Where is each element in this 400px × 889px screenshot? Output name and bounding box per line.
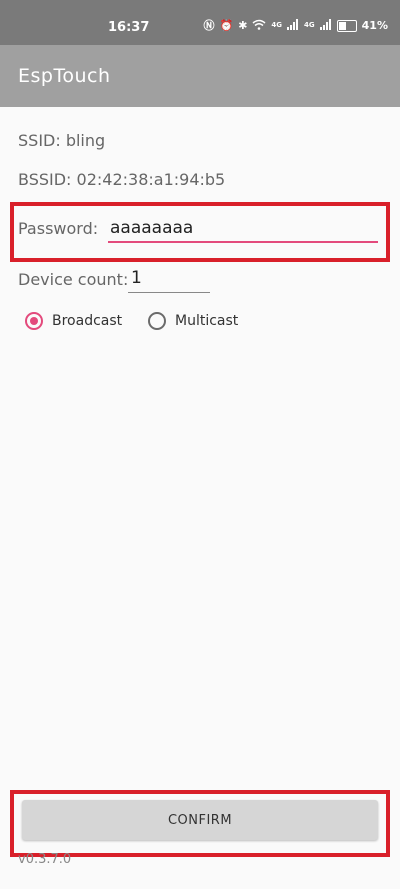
alarm-icon: ⏰ <box>219 19 234 32</box>
network-type-1: 4G <box>271 21 283 29</box>
device-count-input[interactable]: 1 <box>131 268 142 288</box>
ssid-text: SSID: bling <box>18 131 106 150</box>
device-count-label: Device count: <box>18 270 129 289</box>
app-title: EspTouch <box>18 65 111 87</box>
broadcast-label[interactable]: Broadcast <box>52 313 122 329</box>
nfc-icon: Ⓝ <box>203 19 215 32</box>
network-type-2: 4G <box>304 21 315 29</box>
password-label: Password: <box>18 219 99 238</box>
version-text: v0.3.7.0 <box>18 852 72 867</box>
app-bar: EspTouch <box>0 45 400 107</box>
multicast-radio[interactable] <box>148 312 166 330</box>
device-count-underline <box>128 292 210 293</box>
password-input[interactable]: aaaaaaaa <box>110 218 193 238</box>
signal-icon <box>287 19 299 32</box>
signal-icon-2 <box>319 19 332 32</box>
wifi-icon <box>252 19 266 32</box>
broadcast-radio[interactable] <box>25 312 43 330</box>
status-time: 16:37 <box>108 20 150 35</box>
password-underline <box>108 241 378 243</box>
status-bar: 16:37 Ⓝ ⏰ ✱ 4G 4G 41% <box>0 0 400 45</box>
battery-icon <box>336 19 357 32</box>
status-icons: Ⓝ ⏰ ✱ 4G 4G 41% <box>203 19 388 32</box>
bssid-text: BSSID: 02:42:38:a1:94:b5 <box>18 170 226 189</box>
battery-level: 41% <box>361 19 388 32</box>
multicast-label[interactable]: Multicast <box>175 313 238 329</box>
confirm-button[interactable]: CONFIRM <box>22 800 378 840</box>
bluetooth-icon: ✱ <box>238 19 248 32</box>
